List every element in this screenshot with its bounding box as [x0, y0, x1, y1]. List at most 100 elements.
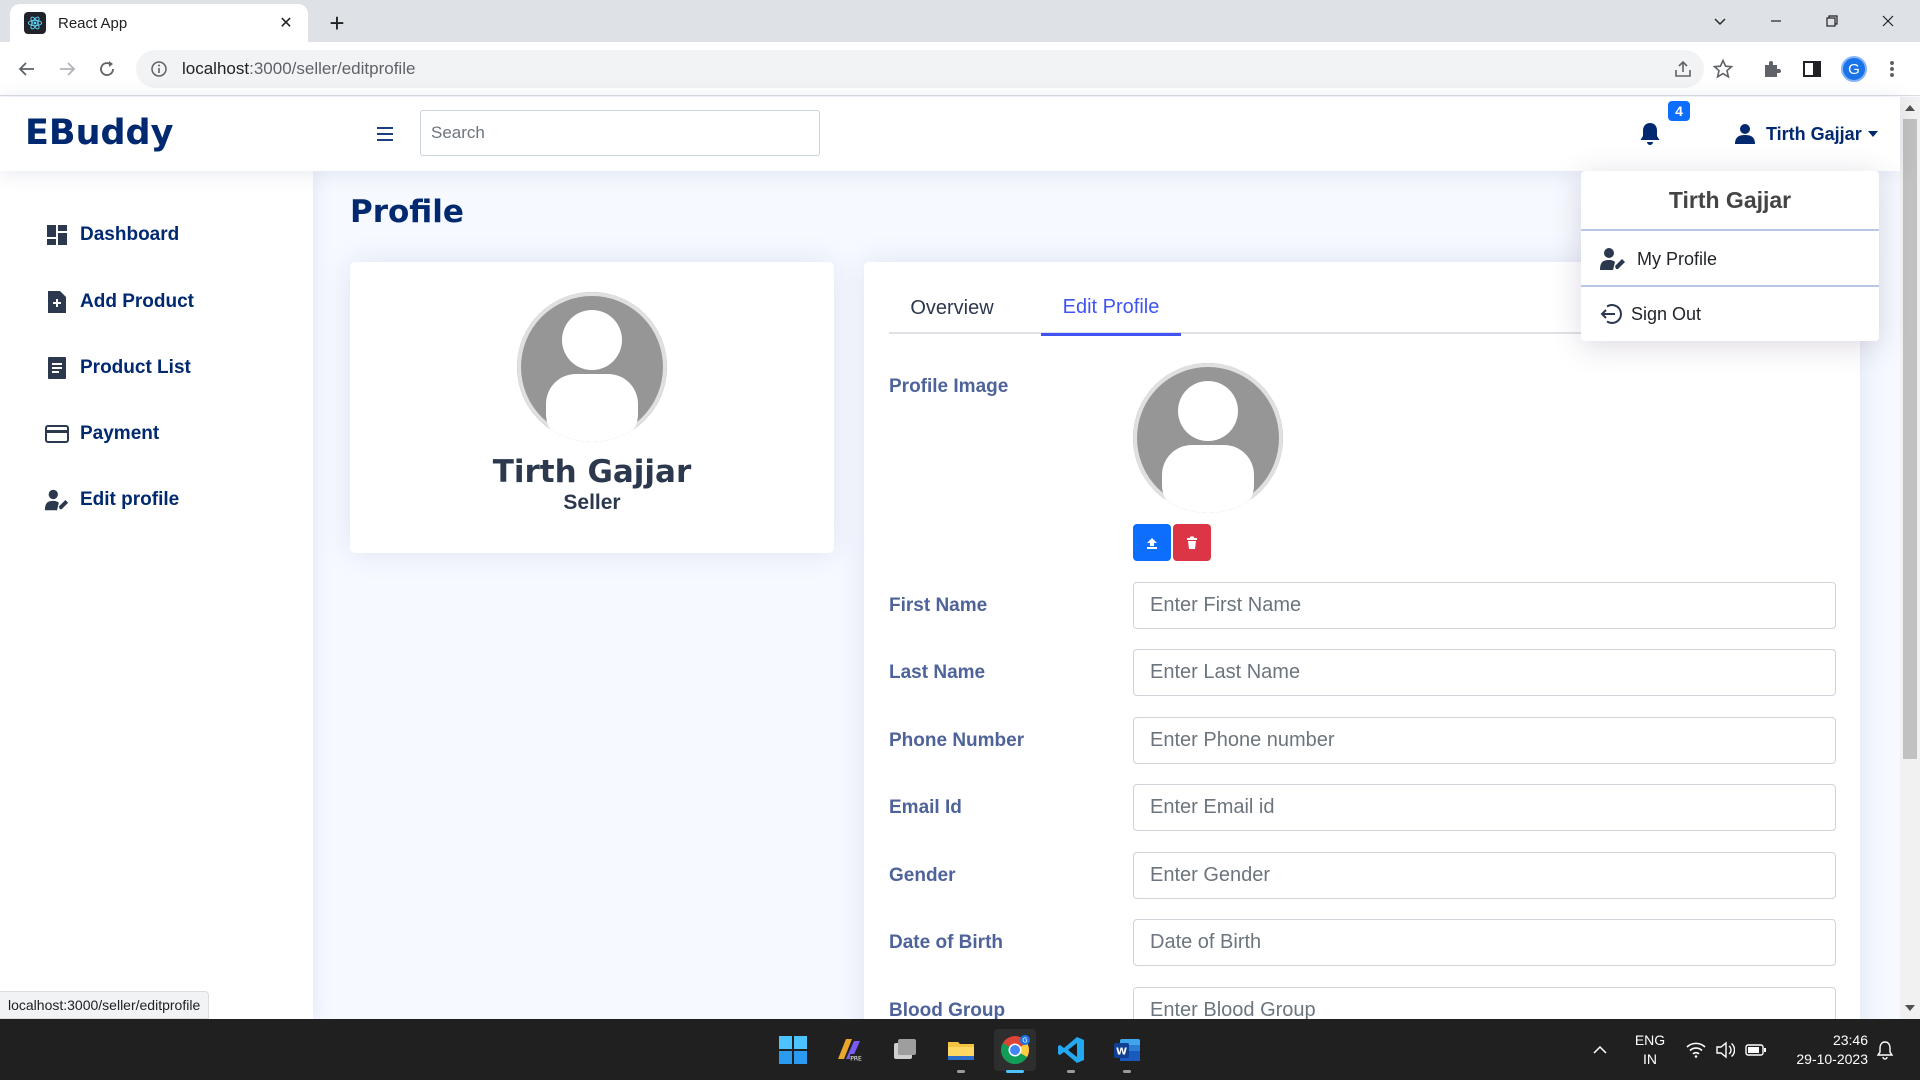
- user-icon: [1734, 123, 1756, 145]
- browser-tab[interactable]: React App ✕: [10, 4, 308, 42]
- search-input[interactable]: [420, 110, 820, 156]
- upload-icon: [1145, 536, 1159, 550]
- copilot-preview-icon[interactable]: PRE: [828, 1029, 870, 1071]
- first-name-field[interactable]: [1133, 582, 1836, 629]
- sidebar-item-add-product[interactable]: Add Product: [44, 282, 194, 322]
- delete-image-button[interactable]: [1173, 524, 1211, 561]
- tab-overview[interactable]: Overview: [889, 282, 1015, 334]
- file-explorer-icon[interactable]: [940, 1029, 982, 1073]
- tab-search-icon[interactable]: [1692, 0, 1748, 42]
- notification-count-badge: 4: [1668, 101, 1690, 121]
- reload-icon[interactable]: [91, 53, 123, 85]
- system-clock[interactable]: 23:46 29-10-2023: [1776, 1031, 1868, 1069]
- sidebar-item-product-list[interactable]: Product List: [44, 348, 191, 388]
- first-name-label: First Name: [889, 595, 988, 616]
- language-code: ENG: [1634, 1032, 1666, 1048]
- caret-down-icon: [1867, 131, 1878, 137]
- scroll-down-arrow-icon[interactable]: [1905, 1005, 1915, 1011]
- dropdown-sign-out[interactable]: Sign Out: [1581, 287, 1879, 341]
- user-edit-icon: [1599, 247, 1629, 271]
- extensions-puzzle-icon[interactable]: [1760, 57, 1784, 81]
- tab-close-icon[interactable]: ✕: [276, 13, 296, 33]
- forward-arrow-icon[interactable]: [51, 53, 83, 85]
- app-header: EBuddy 4 Tirth Gajjar: [0, 97, 1900, 171]
- minimize-icon[interactable]: [1748, 0, 1804, 42]
- notification-bell-icon[interactable]: [1636, 120, 1664, 148]
- side-panel-icon[interactable]: [1800, 57, 1824, 81]
- wifi-icon[interactable]: [1686, 1019, 1706, 1080]
- scrollbar-thumb[interactable]: [1903, 119, 1917, 759]
- user-edit-icon: [44, 487, 70, 513]
- address-bar[interactable]: localhost:3000/seller/editprofile: [136, 50, 1734, 88]
- sidebar-item-dashboard[interactable]: Dashboard: [44, 215, 179, 255]
- show-hidden-icons-chevron-icon[interactable]: [1592, 1019, 1608, 1080]
- task-view-icon[interactable]: [884, 1029, 926, 1071]
- battery-icon[interactable]: [1745, 1019, 1767, 1080]
- last-name-label: Last Name: [889, 662, 986, 683]
- tab-edit-profile[interactable]: Edit Profile: [1041, 282, 1181, 336]
- windows-start-icon[interactable]: [772, 1029, 814, 1071]
- page-title: Profile: [350, 194, 464, 230]
- dropdown-my-profile[interactable]: My Profile: [1581, 233, 1879, 287]
- file-plus-icon: [44, 289, 70, 315]
- phone-number-field[interactable]: [1133, 717, 1836, 764]
- sidebar-item-label: Add Product: [80, 291, 194, 312]
- profile-role: Seller: [563, 491, 621, 514]
- upload-image-button[interactable]: [1133, 524, 1171, 561]
- close-window-icon[interactable]: [1860, 0, 1916, 42]
- list-doc-icon: [44, 355, 70, 381]
- input-language-indicator[interactable]: ENG IN: [1628, 1031, 1672, 1069]
- clock-time: 23:46: [1832, 1032, 1868, 1048]
- chrome-taskbar-icon[interactable]: G: [994, 1029, 1036, 1073]
- app-logo[interactable]: EBuddy: [25, 113, 173, 153]
- dashboard-icon: [44, 222, 70, 248]
- chrome-menu-icon[interactable]: [1880, 57, 1904, 81]
- notification-center-icon[interactable]: [1876, 1019, 1894, 1080]
- react-logo-icon: [24, 12, 46, 34]
- word-icon[interactable]: W: [1106, 1029, 1148, 1073]
- chrome-profile-avatar[interactable]: G: [1841, 56, 1867, 82]
- sign-out-icon: [1599, 302, 1623, 326]
- dropdown-item-label: Sign Out: [1631, 303, 1702, 324]
- sidebar-item-label: Payment: [80, 423, 160, 444]
- back-arrow-icon[interactable]: [11, 53, 43, 85]
- last-name-field[interactable]: [1133, 649, 1836, 696]
- credit-card-icon: [44, 421, 70, 447]
- dropdown-header-name: Tirth Gajjar: [1581, 171, 1879, 231]
- email-id-field[interactable]: [1133, 784, 1836, 831]
- scroll-up-arrow-icon[interactable]: [1905, 105, 1915, 111]
- user-menu-button[interactable]: Tirth Gajjar: [1734, 119, 1878, 149]
- sidebar-item-label: Dashboard: [80, 224, 180, 245]
- edit-profile-card: Overview Edit Profile Profile Image Firs…: [864, 262, 1860, 1062]
- clock-date: 29-10-2023: [1796, 1051, 1868, 1067]
- sidebar-item-edit-profile[interactable]: Edit profile: [44, 480, 179, 520]
- new-tab-button[interactable]: +: [322, 8, 352, 38]
- gender-field[interactable]: [1133, 852, 1836, 899]
- svg-text:G: G: [1022, 1037, 1027, 1045]
- date-of-birth-label: Date of Birth: [889, 932, 1003, 953]
- date-of-birth-field[interactable]: [1133, 919, 1836, 966]
- sidebar-item-label: Product List: [80, 357, 191, 378]
- url-text: localhost:3000/seller/editprofile: [182, 59, 415, 79]
- browser-tab-strip: React App ✕ +: [0, 0, 1920, 42]
- region-code: IN: [1643, 1051, 1657, 1067]
- profile-name: Tirth Gajjar: [492, 454, 692, 490]
- share-icon[interactable]: [1672, 58, 1694, 80]
- menu-toggle-icon[interactable]: [372, 121, 398, 147]
- sidebar-item-payment[interactable]: Payment: [44, 414, 159, 454]
- profile-image-preview: [1133, 363, 1283, 513]
- url-host: localhost: [182, 59, 250, 78]
- running-indicator: [1123, 1070, 1131, 1073]
- restore-icon[interactable]: [1804, 0, 1860, 42]
- site-info-icon[interactable]: [150, 60, 168, 78]
- profile-avatar: [517, 292, 667, 442]
- browser-toolbar: localhost:3000/seller/editprofile G: [0, 42, 1920, 96]
- page-scrollbar[interactable]: [1900, 97, 1920, 1019]
- vscode-icon[interactable]: [1050, 1029, 1092, 1073]
- volume-icon[interactable]: [1715, 1019, 1735, 1080]
- running-indicator: [1067, 1070, 1075, 1073]
- bookmark-star-icon[interactable]: [1712, 58, 1734, 80]
- profile-summary-card: Tirth Gajjar Seller: [350, 262, 834, 553]
- trash-icon: [1185, 536, 1199, 550]
- profile-dropdown-menu: Tirth Gajjar My Profile Sign Out: [1581, 171, 1879, 341]
